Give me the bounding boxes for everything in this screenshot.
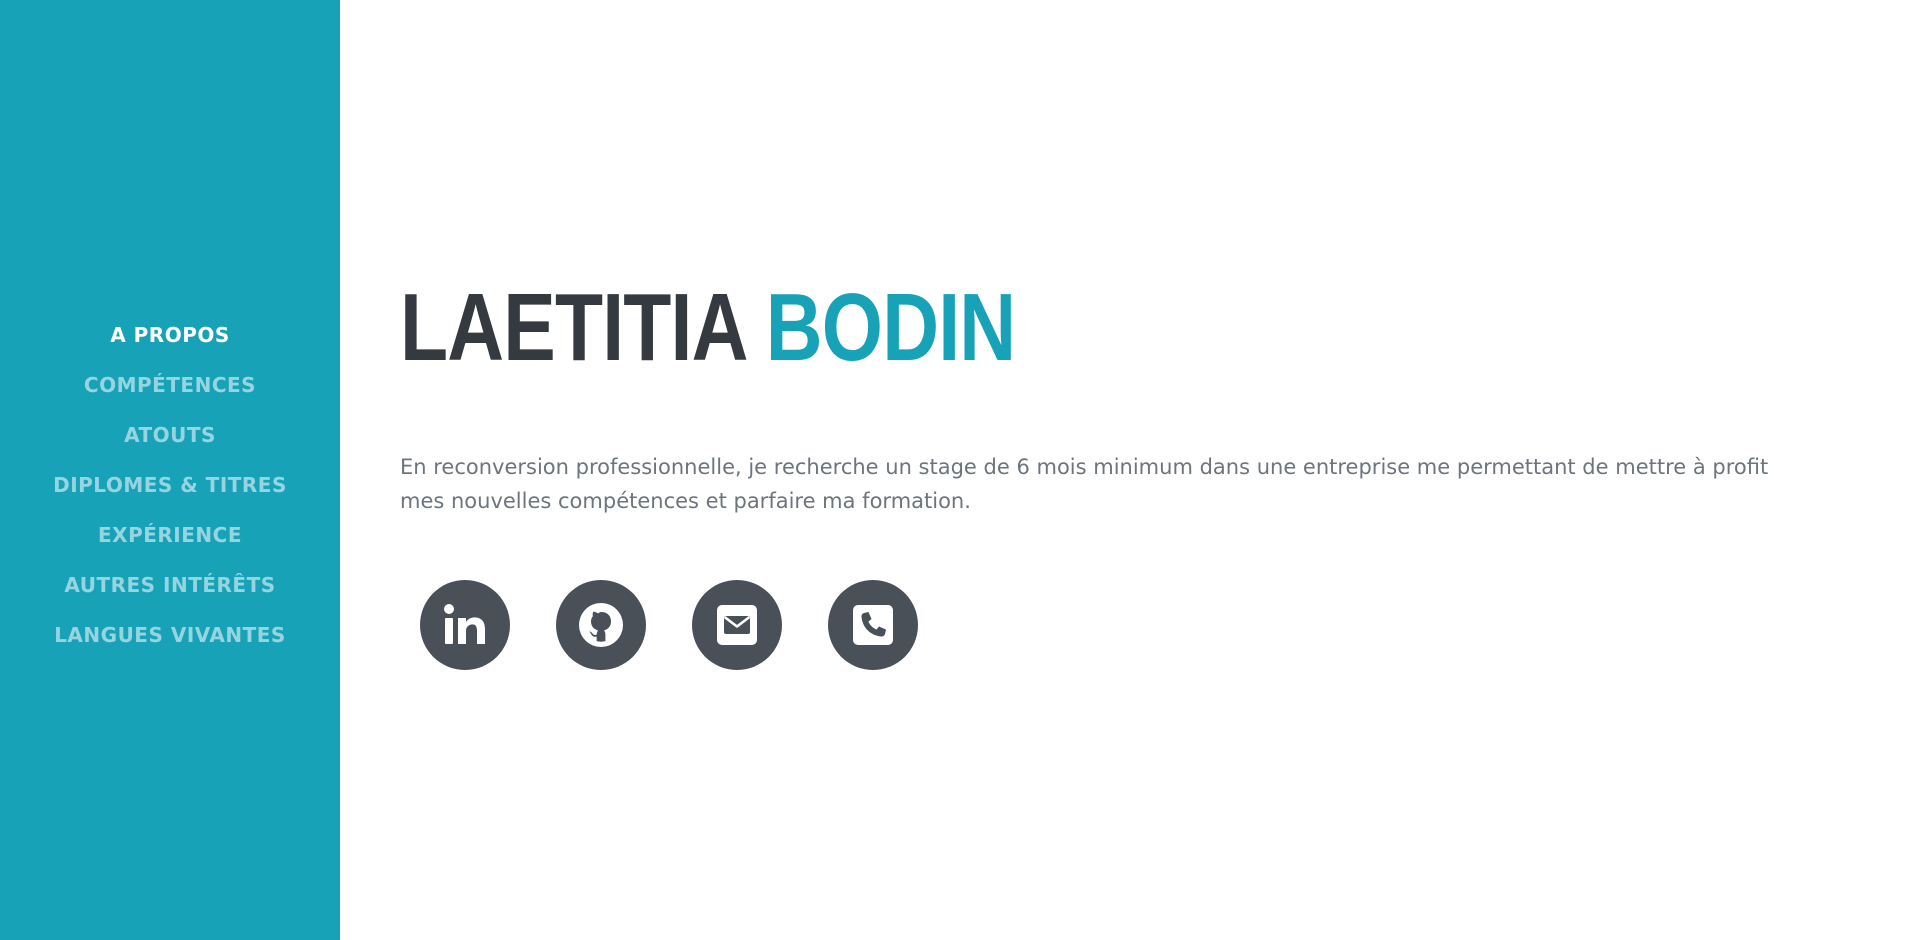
phone-button[interactable]	[828, 580, 918, 670]
first-name: LAETITIA	[400, 274, 746, 381]
nav-item-diplomes: DIPLOMES & TITRES	[0, 460, 340, 510]
linkedin-icon	[444, 604, 485, 644]
nav-link-langues[interactable]: LANGUES VIVANTES	[54, 623, 286, 647]
nav-item-autres-interets: AUTRES INTÉRÊTS	[0, 560, 340, 610]
nav-link-competences[interactable]: COMPÉTENCES	[84, 373, 256, 397]
about-section: LAETITIA BODIN En reconversion professio…	[400, 0, 1800, 940]
github-icon	[579, 603, 623, 647]
nav-item-langues: LANGUES VIVANTES	[0, 610, 340, 660]
page-title: LAETITIA BODIN	[400, 268, 1016, 388]
phone-square-icon	[853, 605, 893, 645]
nav-item-atouts: ATOUTS	[0, 410, 340, 460]
last-name: BODIN	[765, 274, 1016, 381]
sidebar-nav: A PROPOS COMPÉTENCES ATOUTS DIPLOMES & T…	[0, 310, 340, 660]
nav-link-atouts[interactable]: ATOUTS	[124, 423, 216, 447]
social-icons	[420, 580, 918, 670]
nav-item-competences: COMPÉTENCES	[0, 360, 340, 410]
nav-link-diplomes[interactable]: DIPLOMES & TITRES	[53, 473, 287, 497]
linkedin-button[interactable]	[420, 580, 510, 670]
nav-link-experience[interactable]: EXPÉRIENCE	[98, 523, 242, 547]
github-button[interactable]	[556, 580, 646, 670]
nav-link-a-propos[interactable]: A PROPOS	[110, 323, 230, 347]
envelope-square-icon	[717, 605, 757, 645]
nav-link-autres-interets[interactable]: AUTRES INTÉRÊTS	[64, 573, 275, 597]
nav-item-experience: EXPÉRIENCE	[0, 510, 340, 560]
nav-item-a-propos: A PROPOS	[0, 310, 340, 360]
sidebar: A PROPOS COMPÉTENCES ATOUTS DIPLOMES & T…	[0, 0, 340, 940]
intro-text: En reconversion professionnelle, je rech…	[400, 455, 1769, 513]
email-button[interactable]	[692, 580, 782, 670]
